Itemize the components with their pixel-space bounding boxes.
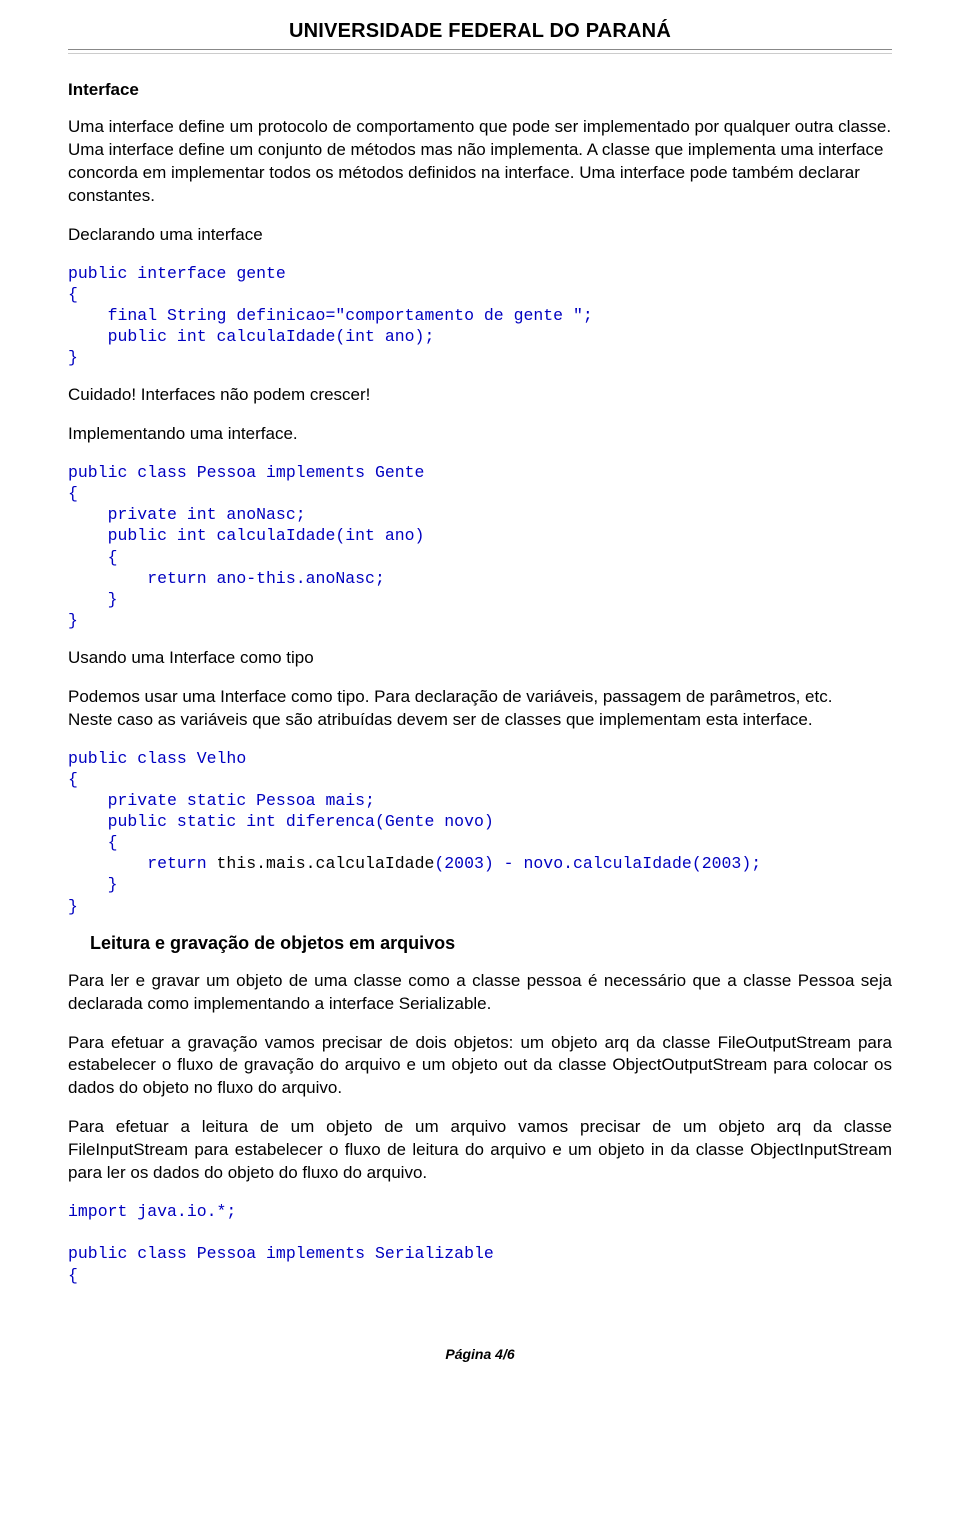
code3-black: this.mais.calculaIdade [217, 854, 435, 873]
paragraph-usando-2: Neste caso as variáveis que são atribuíd… [68, 710, 813, 729]
page-title: UNIVERSIDADE FEDERAL DO PARANÁ [68, 20, 892, 43]
code-block-1: public interface gente { final String de… [68, 263, 892, 369]
page-footer: Página 4/6 [68, 1346, 892, 1362]
document-page: UNIVERSIDADE FEDERAL DO PARANÁ Interface… [0, 0, 960, 1402]
paragraph-leitura-2: Para efetuar a gravação vamos precisar d… [68, 1032, 892, 1101]
paragraph-leitura-1: Para ler e gravar um objeto de uma class… [68, 970, 892, 1016]
heading-implementando: Implementando uma interface. [68, 423, 892, 446]
code-block-4: import java.io.*; public class Pessoa im… [68, 1201, 892, 1285]
paragraph-leitura-3: Para efetuar a leitura de um objeto de u… [68, 1116, 892, 1185]
paragraph-usando-1: Podemos usar uma Interface como tipo. Pa… [68, 687, 832, 706]
heading-declarando: Declarando uma interface [68, 224, 892, 247]
heading-leitura: Leitura e gravação de objetos em arquivo… [90, 933, 892, 954]
paragraph-usando: Podemos usar uma Interface como tipo. Pa… [68, 686, 892, 732]
code-block-3: public class Velho { private static Pess… [68, 748, 892, 917]
paragraph-cuidado: Cuidado! Interfaces não podem crescer! [68, 384, 892, 407]
heading-usando: Usando uma Interface como tipo [68, 647, 892, 670]
header-divider [68, 49, 892, 54]
code-block-2: public class Pessoa implements Gente { p… [68, 462, 892, 631]
paragraph-intro: Uma interface define um protocolo de com… [68, 116, 892, 208]
heading-interface: Interface [68, 80, 892, 100]
